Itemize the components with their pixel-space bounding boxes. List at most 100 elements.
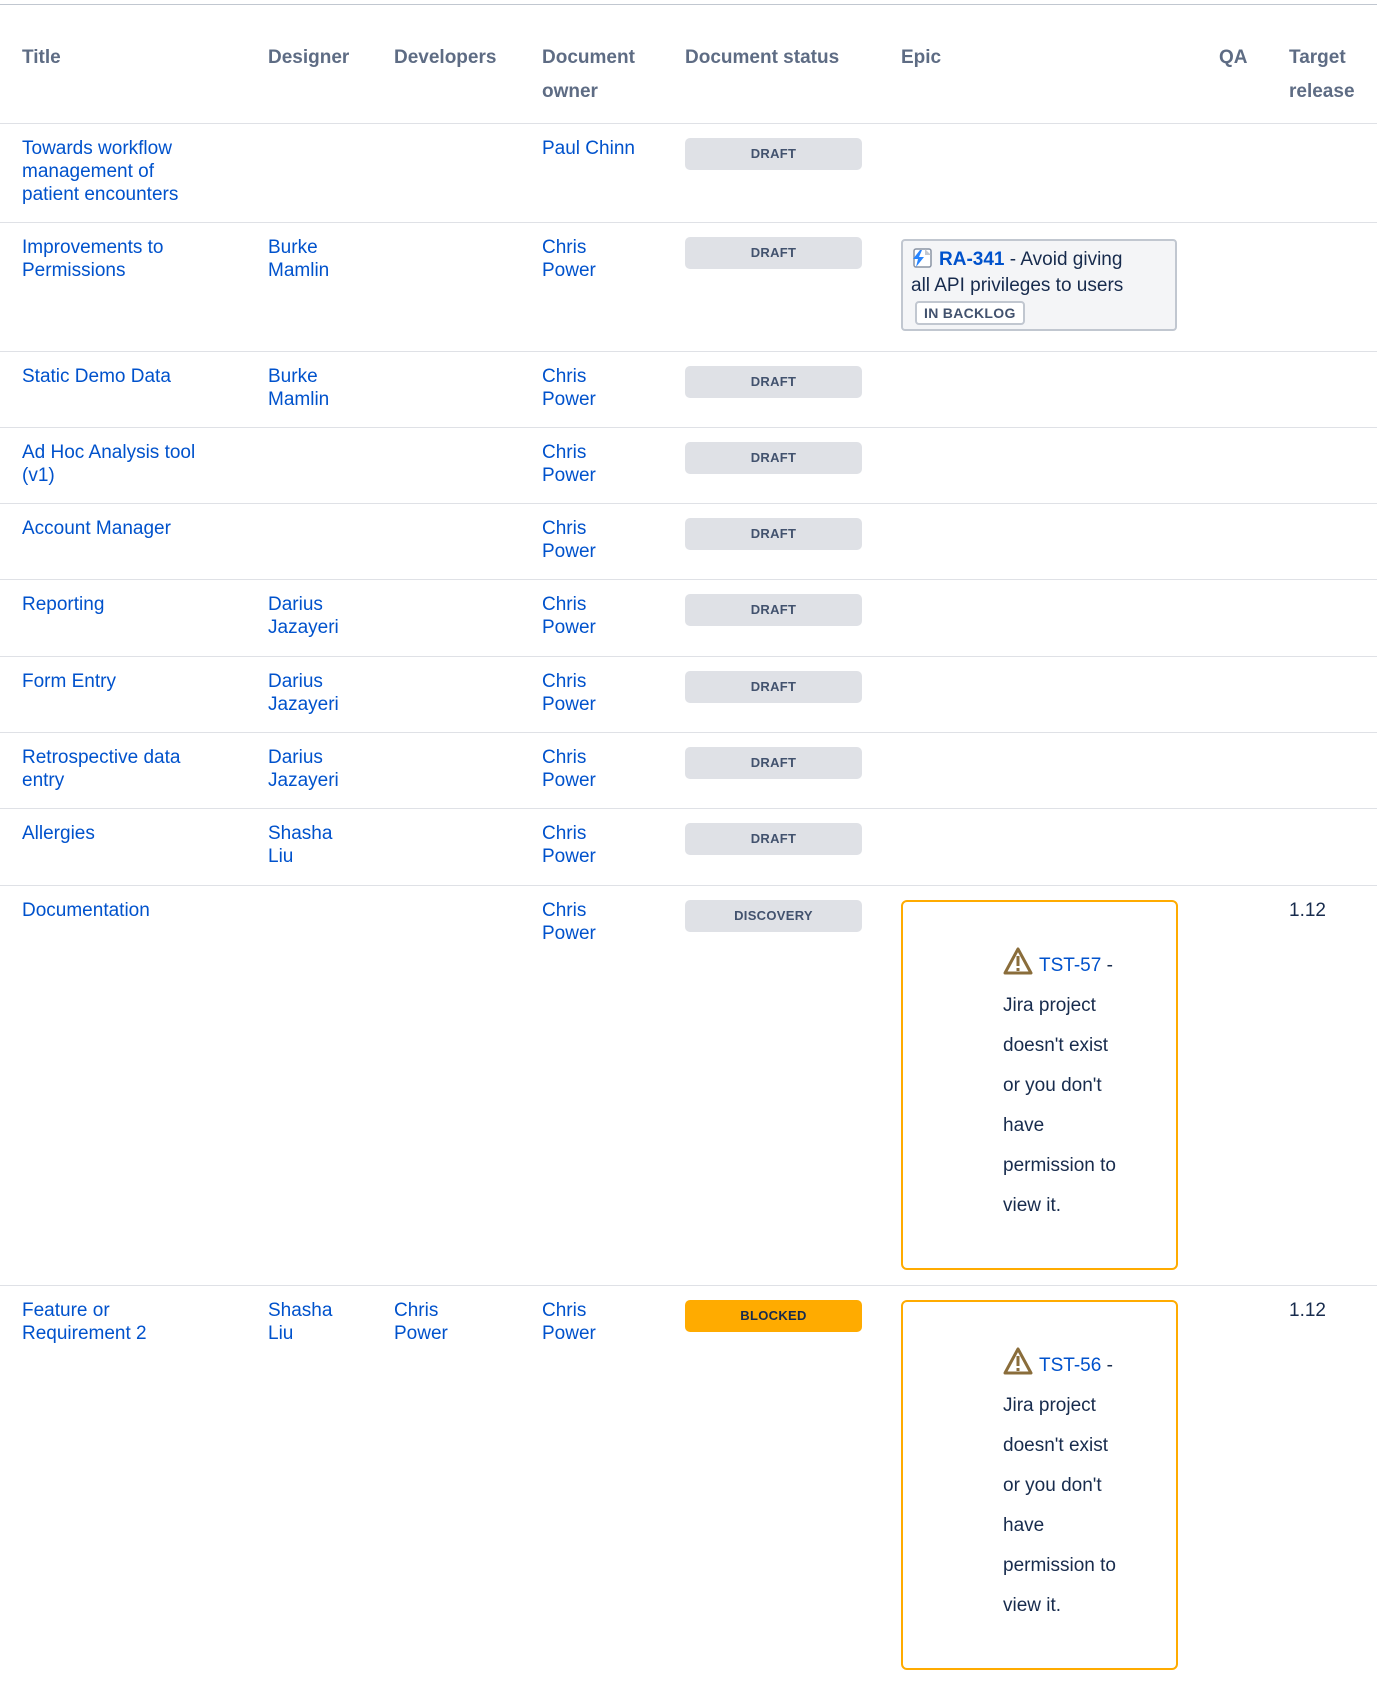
epic-error-text-line: have [1003,1115,1045,1136]
col-header-target-release[interactable]: Target release [1289,41,1355,109]
col-header-document-status[interactable]: Document status [685,41,839,75]
row-divider [0,503,1377,504]
row-title-link-line: entry [22,770,65,791]
document-owner-link[interactable]: Chris Power [542,746,596,792]
document-owner-link-line: Power [542,617,596,638]
document-owner-link[interactable]: Chris Power [542,441,596,487]
designer-link-line: Burke [268,237,318,258]
row-title-link[interactable]: Allergies [22,822,95,845]
document-owner-link-line: Paul Chinn [542,138,635,159]
row-title-link[interactable]: Improvements to Permissions [22,236,164,282]
designer-link[interactable]: Shasha Liu [268,1299,332,1345]
row-title-link[interactable]: Form Entry [22,670,116,693]
document-owner-link[interactable]: Chris Power [542,670,596,716]
epic-error-card: TST-56 - Jira project doesn't exist or you … [901,1300,1178,1670]
row-title-link-line: Retrospective data [22,747,181,768]
document-owner-link[interactable]: Chris Power [542,899,596,945]
row-title-link[interactable]: Documentation [22,899,150,922]
designer-link[interactable]: Darius Jazayeri [268,670,339,716]
epic-error-key-line: TST-57 - [1003,946,1163,986]
epic-error-key-line: TST-56 - [1003,1346,1163,1386]
document-owner-link[interactable]: Chris Power [542,1299,596,1345]
epic-error-text-line: Jira project [1003,995,1096,1016]
row-title-link-line: Ad Hoc Analysis tool [22,442,196,463]
designer-link-line: Shasha [268,1300,333,1321]
row-divider [0,656,1377,657]
epic-error-key-link[interactable]: TST-56 [1039,1355,1101,1376]
epic-error-text-line: or you don't [1003,1075,1102,1096]
status-lozenge: BLOCKED [685,1300,862,1332]
status-lozenge: DRAFT [685,442,862,474]
row-divider [0,732,1377,733]
row-divider [0,885,1377,886]
row-divider [0,808,1377,809]
row-title-link-line: Towards workflow [22,138,172,159]
row-title-link-line: Allergies [22,823,95,844]
developer-link[interactable]: Chris Power [394,1299,448,1345]
row-title-link-line: (v1) [22,465,55,486]
warning-icon [1003,947,1033,975]
designer-link-line: Jazayeri [268,770,339,791]
designer-link-line: Mamlin [268,389,330,410]
status-lozenge: DRAFT [685,594,862,626]
col-header-epic[interactable]: Epic [901,41,941,75]
document-owner-link[interactable]: Paul Chinn [542,137,635,160]
document-owner-link-line: Chris [542,747,587,768]
col-header-title[interactable]: Title [22,41,61,75]
epic-error-text-line: permission to [1003,1555,1116,1576]
row-title-link-line: Form Entry [22,671,116,692]
document-owner-link-line: Power [542,694,596,715]
status-lozenge: DISCOVERY [685,900,862,932]
designer-link[interactable]: Darius Jazayeri [268,593,339,639]
designer-link[interactable]: Darius Jazayeri [268,746,339,792]
document-owner-link-line: Power [542,770,596,791]
row-title-link[interactable]: Ad Hoc Analysis tool (v1) [22,441,195,487]
status-lozenge: DRAFT [685,671,862,703]
epic-summary-line2: all API privileges to users [911,275,1124,296]
col-header-designer[interactable]: Designer [268,41,349,75]
status-lozenge: DRAFT [685,366,862,398]
document-owner-link-line: Chris [542,823,587,844]
designer-link[interactable]: Burke Mamlin [268,236,329,282]
document-owner-link[interactable]: Chris Power [542,236,596,282]
row-title-link[interactable]: Towards workflow management of patient enc… [22,137,178,206]
document-owner-link-line: Chris [542,237,587,258]
epic-error-text-line: doesn't exist [1003,1035,1109,1056]
epic-status-row: IN BACKLOG [911,299,1167,326]
row-title-link[interactable]: Static Demo Data [22,365,171,388]
row-divider [0,427,1377,428]
status-lozenge: DRAFT [685,747,862,779]
document-owner-link[interactable]: Chris Power [542,593,596,639]
col-header-document-owner-line2: owner [542,81,598,102]
col-header-developers[interactable]: Developers [394,41,496,75]
document-owner-link-line: Power [542,465,596,486]
designer-link-line: Jazayeri [268,694,339,715]
designer-link[interactable]: Shasha Liu [268,822,332,868]
table-top-border [0,4,1377,5]
document-owner-link-line: Power [542,389,596,410]
row-divider [0,351,1377,352]
row-title-link[interactable]: Account Manager [22,517,171,540]
document-owner-link[interactable]: Chris Power [542,517,596,563]
designer-link-line: Darius [268,747,323,768]
row-title-link[interactable]: Reporting [22,593,104,616]
row-title-link[interactable]: Retrospective data entry [22,746,180,792]
designer-link-line: Liu [268,1323,294,1344]
row-title-link[interactable]: Feature or Requirement 2 [22,1299,147,1345]
row-divider [0,579,1377,580]
row-title-link-line: Requirement 2 [22,1323,147,1344]
col-header-qa[interactable]: QA [1219,41,1248,75]
target-release-value: 1.12 [1289,900,1326,921]
epic-issue-card[interactable]: RA-341 - Avoid giving all API privileges … [901,239,1177,331]
document-owner-link[interactable]: Chris Power [542,365,596,411]
document-owner-link-line: Power [542,1323,596,1344]
epic-error-key-link[interactable]: TST-57 [1039,955,1101,976]
status-lozenge: DRAFT [685,237,862,269]
designer-link[interactable]: Burke Mamlin [268,365,329,411]
epic-error-text-line: Jira project [1003,1395,1096,1416]
row-title-link-line: Permissions [22,260,126,281]
col-header-document-owner[interactable]: Document owner [542,41,635,109]
warning-icon [1003,1347,1033,1375]
epic-issue-key-link[interactable]: RA-341 [939,249,1004,270]
document-owner-link[interactable]: Chris Power [542,822,596,868]
